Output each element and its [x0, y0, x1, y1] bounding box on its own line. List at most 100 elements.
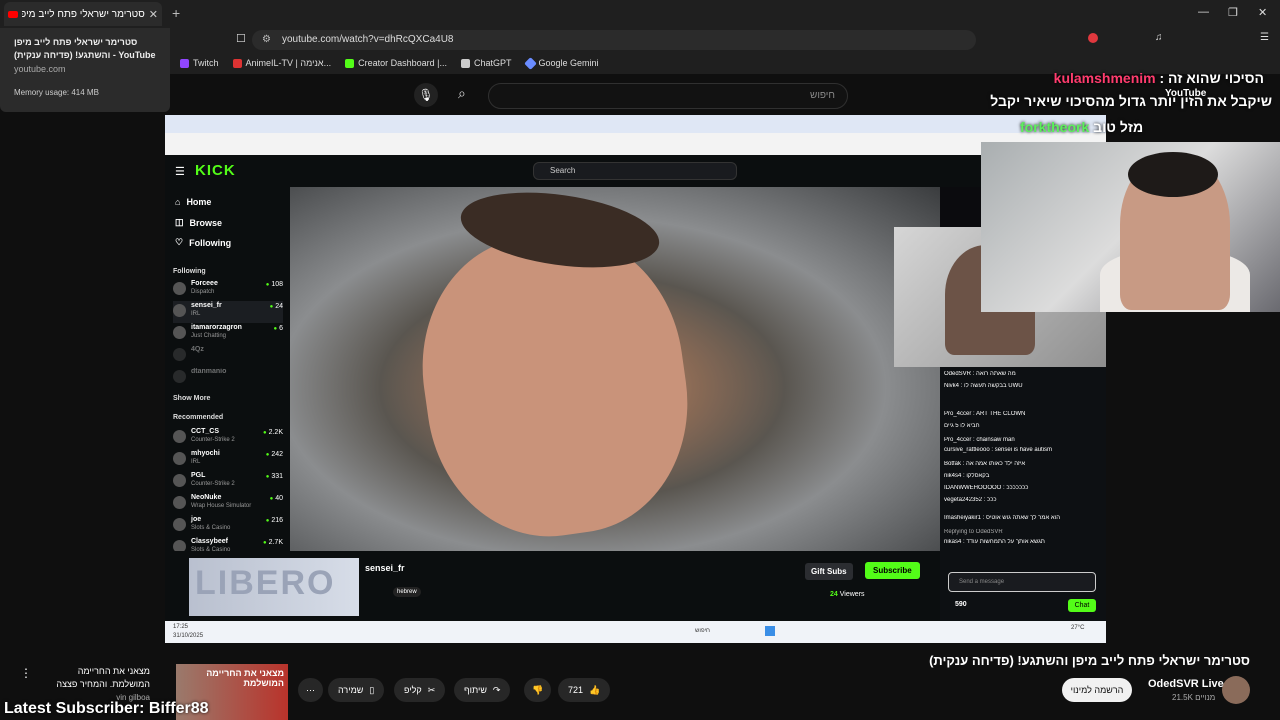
share-button[interactable]: שיתוף ↷: [454, 678, 511, 702]
chat-message: OdedSVR : מה שאתה רואה: [944, 371, 1016, 377]
tab-bar: [0, 0, 1280, 28]
chat-message: Nivk4 : בבקשה תעשה לו UWU: [944, 383, 1023, 389]
bookmark-creator-dashboard[interactable]: Creator Dashboard |...: [345, 58, 447, 68]
save-button[interactable]: שמירה ▯: [328, 678, 385, 702]
kick-channel: sensei_frIRL24: [173, 301, 283, 323]
bookmark-twitch[interactable]: Twitch: [180, 58, 219, 68]
bookmark-save-icon: ▯: [369, 684, 375, 695]
latest-subscriber: Latest Subscriber: Biffer88: [4, 700, 209, 717]
search-icon[interactable]: ⌕: [458, 85, 466, 102]
browser-tab[interactable]: סטרימר ישראלי פתח לייב מיפן ו ✕: [4, 2, 162, 26]
taskbar-search: חיפוש: [695, 628, 710, 634]
animeil-icon: [232, 58, 242, 68]
clip-button[interactable]: קליפ ✂: [394, 678, 446, 702]
chat-message: Pro_4ccer : chainsaw man: [944, 437, 1015, 443]
bookmark-gemini[interactable]: Google Gemini: [523, 56, 599, 70]
kick-channel: dtanmanio: [173, 367, 283, 389]
twitch-icon: [180, 58, 189, 68]
avatar: [173, 282, 186, 295]
following-label: Following: [173, 268, 206, 275]
channel-subscriber-count: 21.5K מנויים: [1172, 693, 1216, 702]
overlay-chat-line: מזל טוב forktheork: [1020, 119, 1144, 135]
dislike-button[interactable]: 👎: [524, 678, 552, 702]
kick-subscribe-button: Subscribe: [865, 562, 920, 579]
avatar: [173, 452, 186, 465]
show-more-link: Show More: [173, 395, 211, 402]
kick-chat-button: Chat: [1068, 599, 1096, 612]
tab-title: סטרימר ישראלי פתח לייב מיפן ו: [22, 8, 145, 20]
taskbar-weather: 27°C: [1071, 625, 1085, 631]
bookmark-chatgpt[interactable]: ChatGPT: [460, 58, 512, 68]
avatar: [173, 518, 186, 531]
more-vertical-icon[interactable]: ⋮: [20, 666, 32, 680]
overlay-youtube-badge: YouTube: [1165, 88, 1207, 99]
avatar: [173, 304, 186, 317]
bookmark-icon[interactable]: ☐: [236, 32, 246, 45]
maximize-icon[interactable]: ❐: [1228, 6, 1238, 19]
promo-thumbnail-text: מצאני את החריימה המושלמת: [206, 668, 284, 688]
promo-text[interactable]: מצאני את החריימה המושלמת. והמחיר פצצה vi…: [40, 665, 150, 704]
close-window-icon[interactable]: ✕: [1258, 6, 1267, 19]
close-tab-icon[interactable]: ✕: [149, 8, 158, 21]
more-actions-button[interactable]: ⋯: [298, 678, 323, 702]
heart-icon: ♡: [175, 237, 184, 247]
tooltip-title: סטרימר ישראלי פתח לייב מיפן YouTube - וה…: [14, 37, 156, 60]
chat-message: Botfak : איזה ילד כאותו אמה אה: [944, 461, 1026, 467]
kick-chat: OdedSVR : מה שאתה רואה Nivk4 : בבקשה תעש…: [940, 367, 1106, 635]
bookmark-animeil[interactable]: AnimeIL-TV | אנימה...: [232, 58, 331, 68]
chat-message: nikas4 : תגשא אותך על התמחשות עודד: [944, 539, 1045, 545]
inner-address-bar: [165, 133, 1106, 155]
viewer-count: 24 Viewers: [830, 591, 865, 598]
like-button[interactable]: 721 👍: [558, 678, 611, 702]
subscribe-button[interactable]: הרשמה למינוי: [1062, 678, 1132, 702]
share-icon: ↷: [492, 684, 501, 695]
avatar: [173, 326, 186, 339]
video-player[interactable]: ☰ KICK Search ⌂ Home ◫ Browse ♡ Following F…: [165, 115, 1106, 643]
avatar: [173, 430, 186, 443]
kick-channel: NeoNukeWrap House Simulator40: [173, 493, 283, 515]
kick-nav-browse: ◫ Browse: [175, 217, 223, 228]
voice-search-icon[interactable]: 🎙: [414, 83, 438, 107]
menu-icon[interactable]: ☰: [1260, 32, 1269, 43]
kick-channel: joeSlots & Casino216: [173, 515, 283, 537]
site-info-icon[interactable]: ⚙: [262, 34, 271, 45]
kick-nav-following: ♡ Following: [175, 237, 232, 248]
channel-points: 590: [955, 601, 967, 608]
avatar: [173, 496, 186, 509]
chat-message: vegeta242352 : כככ: [944, 497, 997, 503]
new-tab-icon[interactable]: +: [172, 5, 180, 21]
video-title: סטרימר ישראלי פתח לייב מיפן והשתגע! (פדי…: [929, 653, 1250, 668]
more-horizontal-icon: ⋯: [306, 684, 315, 695]
browse-icon: ◫: [175, 217, 184, 227]
channel-name[interactable]: OdedSVR Live: [1148, 678, 1224, 690]
stream-tag: hebrew: [393, 587, 421, 597]
youtube-favicon-icon: [8, 10, 18, 18]
channel-avatar[interactable]: [1222, 676, 1250, 704]
gemini-icon: [523, 56, 537, 70]
music-icon[interactable]: ♫: [1155, 32, 1163, 43]
windows-start-icon: [765, 626, 775, 636]
chat-message: nik4s4 : בקאסלקו: [944, 473, 990, 479]
webcam-person-hair: [1128, 152, 1218, 197]
kick-channel: PGLCounter-Strike 2331: [173, 471, 283, 493]
chat-message: cursive_rattleooo : sensei is have autis…: [944, 447, 1053, 453]
kick-channel: CCT_CSCounter-Strike 22.2K: [173, 427, 283, 449]
overlay-chat-line: שיקבל את הזין יותר גדול מהסיכוי שיאיר יק…: [990, 93, 1272, 109]
chat-message: Pro_4ccer : ART THE CLOWN: [944, 411, 1026, 417]
windows-taskbar: 17:25 31/10/2025 חיפוש 27°C: [165, 621, 1106, 643]
tooltip-memory: Memory usage: 414 MB: [14, 88, 99, 97]
avatar: [173, 370, 186, 383]
youtube-search-input[interactable]: חיפוש: [488, 83, 848, 109]
scissors-icon: ✂: [427, 684, 436, 695]
tooltip-domain: youtube.com: [14, 64, 66, 74]
thumbs-up-icon: 👍: [589, 684, 601, 695]
tab-tooltip: סטרימר ישראלי פתח לייב מיפן YouTube - וה…: [0, 28, 170, 112]
url-field[interactable]: youtube.com/watch?v=dhRcQXCa4U8: [252, 30, 976, 50]
inner-tab-bar: [165, 115, 1106, 133]
kick-channel: mhyochiIRL242: [173, 449, 283, 471]
extension-icon[interactable]: [1088, 33, 1098, 43]
recommended-label: Recommended: [173, 414, 224, 421]
avatar: [173, 474, 186, 487]
minimize-icon[interactable]: —: [1198, 6, 1209, 18]
kick-chat-input: Send a message: [948, 572, 1096, 592]
